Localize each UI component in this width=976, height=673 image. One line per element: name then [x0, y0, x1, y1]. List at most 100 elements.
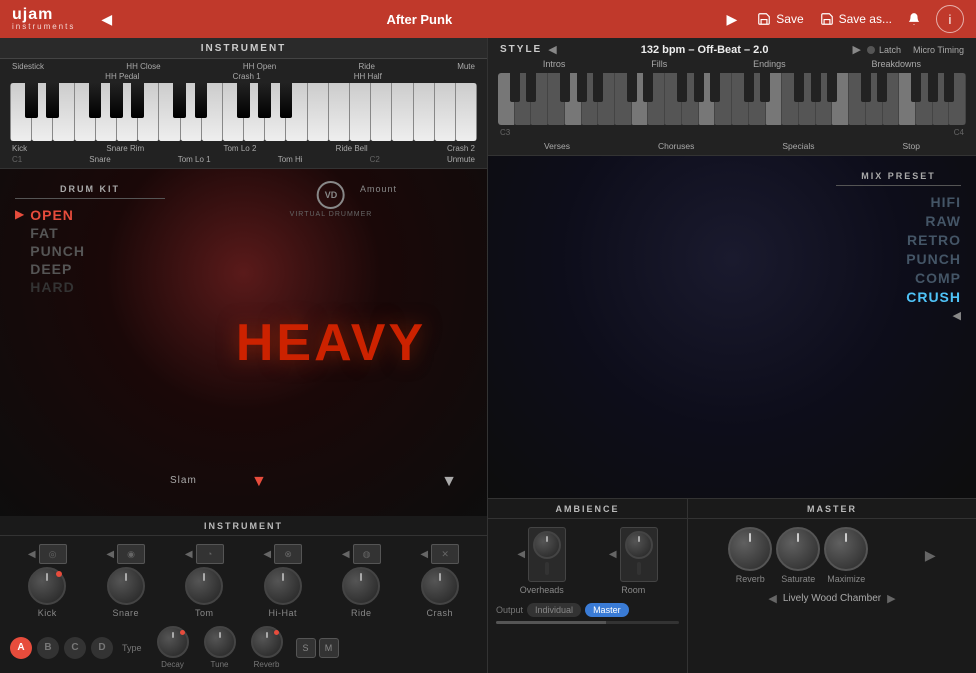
- top-bar: ujam instruments ◀ After Punk ▶ Save Sav…: [0, 0, 976, 38]
- type-btn-c[interactable]: C: [64, 637, 86, 659]
- right-panel: STYLE ◀ 132 bpm – Off-Beat – 2.0 ▶ Latch…: [488, 38, 976, 673]
- kit-option-punch[interactable]: PUNCH: [30, 243, 85, 259]
- preset-name: After Punk: [118, 12, 720, 27]
- logo: ujam instruments: [12, 7, 75, 31]
- knob-tom[interactable]: [185, 567, 223, 605]
- master-button[interactable]: Master: [585, 603, 629, 617]
- knob-ride[interactable]: [342, 567, 380, 605]
- type-btn-b[interactable]: B: [37, 637, 59, 659]
- preset-prev-arrow[interactable]: ◀: [101, 11, 112, 28]
- room-channel: ◀ Room: [609, 527, 658, 595]
- style-next-arrow[interactable]: ▶: [852, 43, 860, 56]
- channel-label-crash: Crash: [426, 608, 453, 618]
- label-kick: Kick: [12, 144, 27, 153]
- label-stop: Stop: [902, 141, 920, 151]
- info-icon[interactable]: i: [936, 5, 964, 33]
- cat-breakdowns: Breakdowns: [872, 59, 922, 69]
- drum-kit-options: OPEN FAT PUNCH DEEP HARD: [30, 207, 85, 295]
- decay-knob[interactable]: [157, 626, 189, 658]
- mix-option-crush[interactable]: CRUSH: [906, 289, 961, 305]
- master-channel-reverb: Reverb: [728, 527, 772, 584]
- mix-arrow[interactable]: ◀: [953, 309, 961, 322]
- channel-tom: ◀◔Tom: [177, 544, 232, 618]
- mix-option-hifi[interactable]: HIFI: [931, 194, 961, 210]
- master-knob-saturate[interactable]: [776, 527, 820, 571]
- ch-left-arrow-snare[interactable]: ◀: [106, 549, 114, 560]
- solo-button[interactable]: S: [296, 638, 316, 658]
- mix-options: HIFI RAW RETRO PUNCH COMP CRUSH: [836, 194, 961, 305]
- knob-crash[interactable]: [421, 567, 459, 605]
- label-verses: Verses: [544, 141, 570, 151]
- save-as-button[interactable]: Save as...: [820, 12, 892, 26]
- room-left-arrow[interactable]: ◀: [609, 549, 617, 560]
- master-right-arrow[interactable]: ▶: [925, 547, 936, 564]
- mix-preset-label: MIX PRESET: [836, 171, 961, 186]
- ch-left-arrow-kick[interactable]: ◀: [28, 549, 36, 560]
- amount-down-arrow-red[interactable]: ▼: [251, 473, 267, 491]
- left-panel: INSTRUMENT Sidestick HH Close HH Open Ri…: [0, 38, 488, 673]
- cat-fills: Fills: [651, 59, 667, 69]
- type-btn-a[interactable]: A: [10, 637, 32, 659]
- instrument-bottom-title: INSTRUMENT: [0, 516, 487, 536]
- room-controls: ◀: [609, 527, 658, 582]
- main-content: INSTRUMENT Sidestick HH Close HH Open Ri…: [0, 38, 976, 673]
- ch-left-arrow-tom[interactable]: ◀: [185, 549, 193, 560]
- ch-left-arrow-ride[interactable]: ◀: [342, 549, 350, 560]
- output-slider[interactable]: [496, 621, 679, 624]
- kit-option-deep[interactable]: DEEP: [30, 261, 85, 277]
- label-ride: Ride: [358, 62, 374, 71]
- style-keyboard-section: STYLE ◀ 132 bpm – Off-Beat – 2.0 ▶ Latch…: [488, 38, 976, 156]
- reverb-label: Reverb: [254, 660, 280, 669]
- output-label: Output: [496, 605, 523, 615]
- overheads-fader[interactable]: [528, 527, 566, 582]
- mix-option-comp[interactable]: COMP: [915, 270, 961, 286]
- sm-buttons: S M: [296, 638, 339, 658]
- mix-option-retro[interactable]: RETRO: [907, 232, 961, 248]
- label-snare: Snare: [89, 155, 110, 164]
- tune-knob[interactable]: [204, 626, 236, 658]
- master-knob-reverb[interactable]: [728, 527, 772, 571]
- reverb-knob[interactable]: [251, 626, 283, 658]
- knob-hihat[interactable]: [264, 567, 302, 605]
- save-button[interactable]: Save: [757, 12, 803, 26]
- kit-option-open[interactable]: OPEN: [30, 207, 85, 223]
- overheads-left-arrow[interactable]: ◀: [517, 549, 525, 560]
- chamber-prev-arrow[interactable]: ◀: [768, 592, 776, 605]
- knob-kick[interactable]: [28, 567, 66, 605]
- individual-button[interactable]: Individual: [527, 603, 581, 617]
- drum-kit-panel: DRUM KIT ▶ OPENFATPUNCHDEEPHARD: [0, 169, 175, 516]
- tune-label: Tune: [211, 660, 229, 669]
- knob-snare[interactable]: [107, 567, 145, 605]
- style-title: STYLE: [500, 44, 542, 55]
- instrument-top-labels: Sidestick HH Close HH Open Ride Mute: [0, 59, 487, 71]
- mix-option-punch[interactable]: PUNCH: [906, 251, 961, 267]
- mix-option-raw[interactable]: RAW: [925, 213, 961, 229]
- latch-dot: [867, 46, 875, 54]
- drum-kit-play-arrow[interactable]: ▶: [15, 207, 24, 221]
- overheads-knob[interactable]: [533, 531, 561, 559]
- label-tom-lo2: Tom Lo 2: [223, 144, 256, 153]
- ch-left-arrow-hihat[interactable]: ◀: [263, 549, 271, 560]
- chamber-next-arrow[interactable]: ▶: [887, 592, 895, 605]
- style-prev-arrow[interactable]: ◀: [548, 43, 556, 56]
- room-label: Room: [621, 585, 645, 595]
- kit-option-hard[interactable]: HARD: [30, 279, 85, 295]
- room-fader[interactable]: [620, 527, 658, 582]
- label-unmute: Unmute: [447, 155, 475, 164]
- latch-section: Latch: [867, 45, 901, 55]
- ch-icon-crash: ✕: [441, 549, 449, 560]
- room-knob[interactable]: [625, 531, 653, 559]
- label-crash2: Crash 2: [447, 144, 475, 153]
- kit-option-fat[interactable]: FAT: [30, 225, 85, 241]
- type-btn-d[interactable]: D: [91, 637, 113, 659]
- preset-next-arrow[interactable]: ▶: [726, 11, 737, 28]
- bell-icon[interactable]: [900, 5, 928, 33]
- amount-down-arrow-white[interactable]: ▼: [441, 473, 457, 491]
- ch-left-arrow-crash[interactable]: ◀: [420, 549, 428, 560]
- type-label: Type: [122, 643, 142, 653]
- master-knob-maximize[interactable]: [824, 527, 868, 571]
- right-bottom: AMBIENCE ◀: [488, 498, 976, 673]
- mute-button[interactable]: M: [319, 638, 339, 658]
- style-piano: [498, 73, 966, 125]
- style-note-labels: C3 C4: [488, 127, 976, 141]
